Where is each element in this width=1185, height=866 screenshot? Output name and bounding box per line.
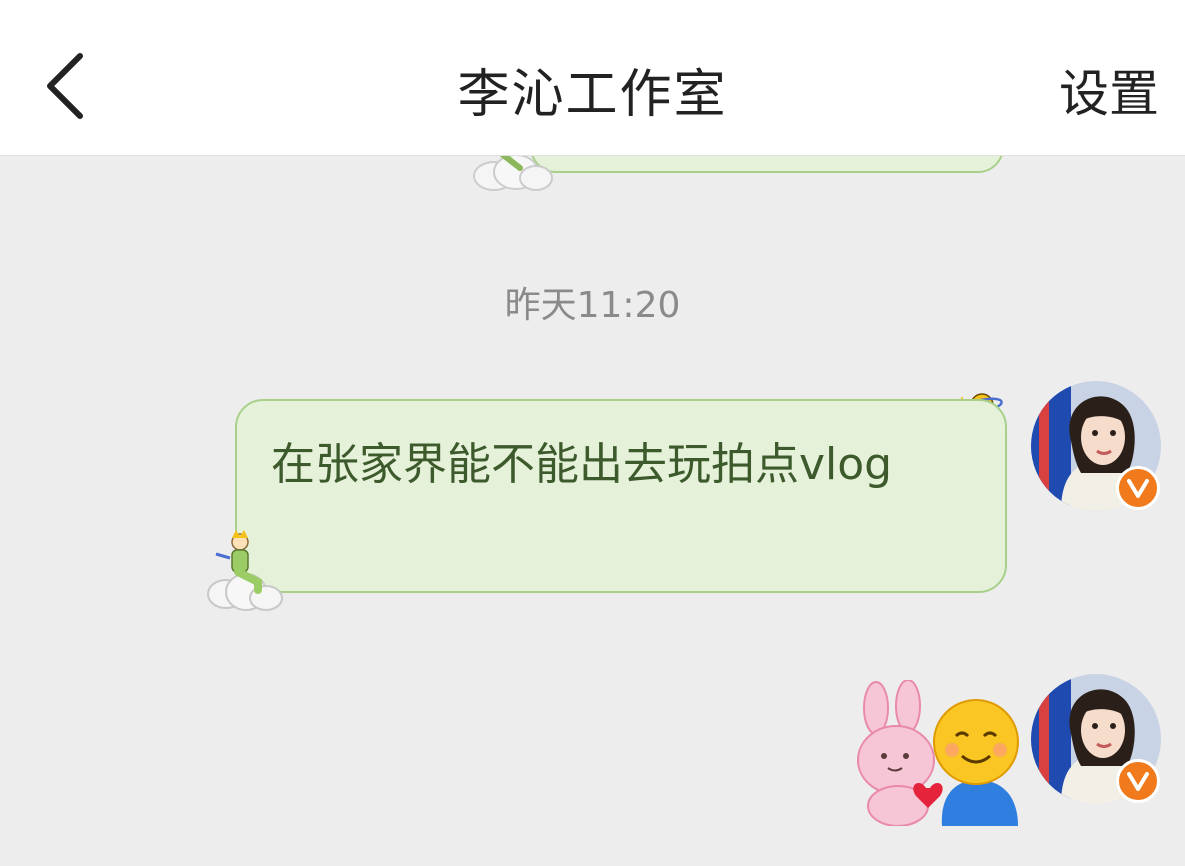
sticker-image — [857, 679, 1019, 827]
message-text: 在张家界能不能出去玩拍点vlog — [271, 439, 893, 490]
chat-area[interactable]: 昨天11:20 在张家界能不能出去玩拍点vlog — [0, 156, 1185, 866]
cloud-deco-icon — [473, 156, 553, 191]
page-title: 李沁工作室 — [457, 65, 728, 125]
bunny-hugging-smiley-sticker[interactable] — [848, 679, 1024, 827]
previous-message-bubble[interactable] — [530, 156, 1004, 173]
message-bubble[interactable]: 在张家界能不能出去玩拍点vlog — [235, 399, 1007, 593]
verified-badge-icon — [1116, 466, 1160, 510]
message-timestamp: 昨天11:20 — [504, 285, 681, 326]
verified-badge-icon — [1116, 759, 1160, 803]
nav-header: 李沁工作室 设置 — [0, 0, 1185, 156]
settings-button[interactable]: 设置 — [1059, 54, 1159, 126]
little-prince-deco-icon — [207, 530, 283, 611]
